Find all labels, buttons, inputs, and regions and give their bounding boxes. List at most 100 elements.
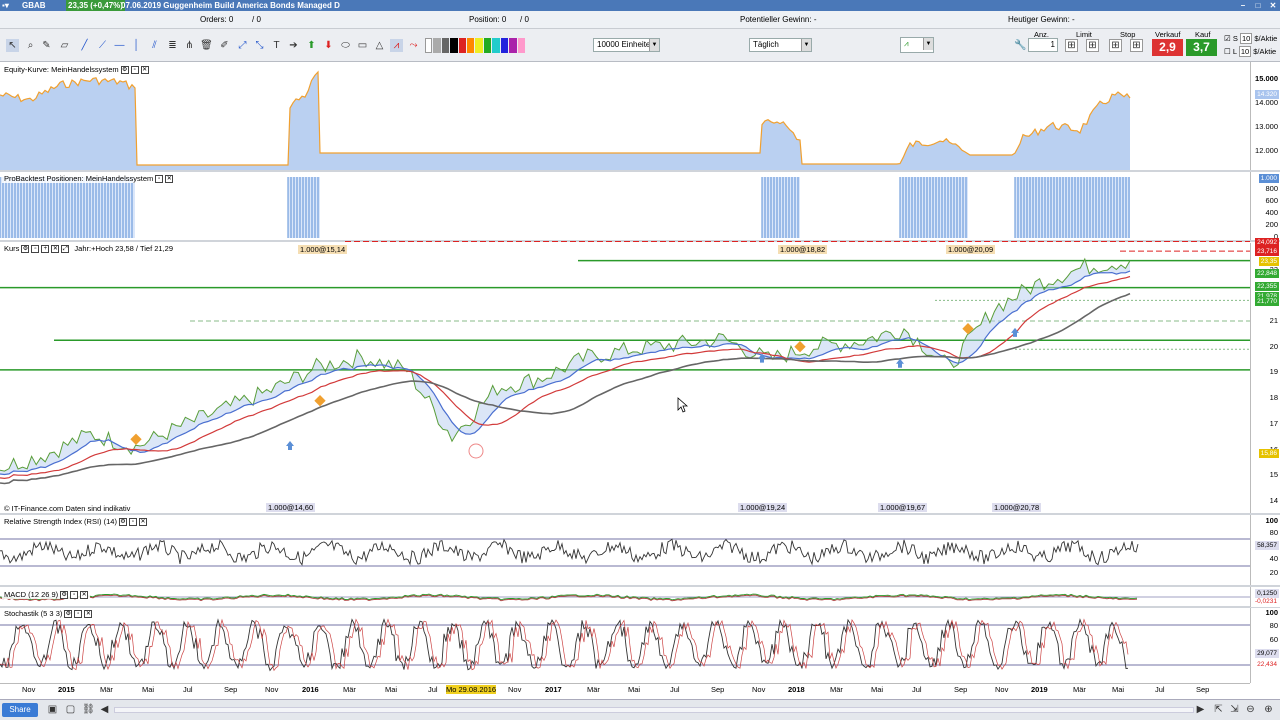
stoch-pane-header: Stochastik (5 3 3) ⚙ ▫ ✕ [2, 609, 95, 618]
price-tick: 19 [1269, 367, 1278, 377]
position-block [900, 177, 968, 238]
time-tick: 2015 [58, 685, 75, 694]
zoom-out-icon[interactable]: ⊖ [1244, 703, 1257, 716]
time-tick: Nov [995, 685, 1009, 694]
time-tick: Mär [100, 685, 113, 694]
expand-icon[interactable]: ⤢ [61, 244, 70, 253]
time-tick: Mai [1112, 685, 1125, 694]
window-icon[interactable]: ▫ [155, 174, 164, 183]
price-pane-header: Kurs ⚙ ▫ + ✕ ⤢ Jahr:+Hoch 23,58 / Tief 21,29 [2, 244, 176, 253]
copyright-label: © IT-Finance.com Daten sind indikativ [2, 504, 133, 513]
macd-axis: 0,1250 -0,0231 [1250, 587, 1280, 607]
close-icon[interactable]: ✕ [140, 65, 149, 74]
chart-canvas[interactable] [0, 0, 1280, 720]
layout-icon[interactable]: ▣ [46, 703, 59, 716]
equity-area [0, 72, 1130, 170]
wrench-icon[interactable]: ⚙ [64, 609, 73, 618]
time-tick: Sep [954, 685, 968, 694]
pane-separator [0, 513, 1280, 515]
time-tick: Mai [871, 685, 884, 694]
time-tick: Sep [224, 685, 238, 694]
bottom-bar: Share ▣ ▢ ⛓ ◀ ▶ ⇱ ⇲ ⊖ ⊕ [0, 699, 1280, 720]
trade-marker [130, 433, 142, 445]
time-tick: Jul [183, 685, 193, 694]
stoch-k-line [0, 618, 1129, 672]
share-button[interactable]: Share [2, 703, 38, 717]
close-icon[interactable]: ✕ [138, 517, 147, 526]
pane-separator [0, 585, 1280, 587]
time-tick: 2019 [1031, 685, 1048, 694]
window-icon[interactable]: ▫ [31, 244, 40, 253]
horizontal-scrollbar[interactable] [114, 707, 1194, 713]
time-tick: Nov [265, 685, 279, 694]
price-tick: 21 [1269, 316, 1278, 325]
time-tick: Sep [711, 685, 725, 694]
entry-arrow [896, 358, 904, 368]
stoch-axis: 100 80 60 29,077 22,434 [1250, 608, 1280, 683]
wrench-icon[interactable]: ⚙ [118, 517, 127, 526]
window-icon[interactable]: ▫ [130, 65, 139, 74]
close-icon[interactable]: ✕ [84, 609, 93, 618]
price-level-tag: 22,355 [1255, 282, 1279, 292]
time-tick: 2018 [788, 685, 805, 694]
close-icon[interactable]: ✕ [165, 174, 174, 183]
time-tick: Nov [508, 685, 522, 694]
wrench-icon[interactable]: ⚙ [21, 244, 30, 253]
wrench-icon[interactable]: ⚙ [60, 590, 69, 599]
time-tick: Jul [1155, 685, 1165, 694]
time-tick: 2017 [545, 685, 562, 694]
equity-axis: 15.000 14.000 13.000 12.000 14.320 [1250, 62, 1280, 170]
position-block [0, 177, 135, 238]
price-level-tag: 21,770 [1255, 297, 1279, 307]
window-icon[interactable]: ▢ [64, 703, 77, 716]
mouse-cursor [677, 397, 689, 413]
scroll-right-icon[interactable]: ▶ [1194, 703, 1207, 716]
price-tick: 14 [1269, 496, 1278, 505]
time-tick: Jul [428, 685, 438, 694]
close-icon[interactable]: ✕ [80, 590, 89, 599]
time-axis: Nov 2015 Mär Mai Jul Sep Nov 2016 Mär Mai Jul Mo 29… [0, 683, 1250, 695]
window-icon[interactable]: ▫ [128, 517, 137, 526]
price-level-tag: 15,86 [1258, 449, 1279, 459]
trade-label: 1.000@15,14 [298, 245, 348, 254]
time-tick: Mai [628, 685, 641, 694]
trade-label: 1.000@20,78 [992, 503, 1042, 512]
trade-label: 1.000@18,82 [778, 245, 828, 254]
add-icon[interactable]: + [41, 244, 50, 253]
trade-label: 1.000@19,67 [878, 503, 928, 512]
time-tick: Nov [752, 685, 766, 694]
price-tick: 20 [1269, 341, 1278, 351]
window-icon[interactable]: ▫ [74, 609, 83, 618]
fit-icon[interactable]: ⇱ [1212, 703, 1225, 716]
trade-label: 1.000@20,09 [946, 245, 996, 254]
rsi-pane-header: Relative Strength Index (RSI) (14) ⚙ ▫ ✕ [2, 517, 149, 526]
equity-pane-header: Equity-Kurve: MeinHandelssystem ⚙ ▫ ✕ [2, 65, 151, 74]
scroll-left-icon[interactable]: ◀ [98, 703, 111, 716]
time-tick: Mär [1073, 685, 1086, 694]
price-tick: 17 [1269, 418, 1278, 428]
cursor-circle [468, 443, 484, 459]
price-axis: 141516171819202122232424,09223,71623,352… [1250, 237, 1280, 513]
time-tick: Mai [385, 685, 398, 694]
time-tick: Mär [830, 685, 843, 694]
positions-axis: 1.000 800 600 400 200 0 [1250, 172, 1280, 241]
zoom-reset-icon[interactable]: ⇲ [1228, 703, 1241, 716]
time-tick: Mär [343, 685, 356, 694]
rsi-line [0, 538, 1139, 566]
trade-label: 1.000@14,60 [266, 503, 316, 512]
entry-arrow [286, 441, 294, 450]
close-icon[interactable]: ✕ [51, 244, 60, 253]
trade-marker [314, 395, 326, 407]
window-icon[interactable]: ▫ [70, 590, 79, 599]
stoch-d-line [0, 618, 1129, 672]
price-level-tag: 24,092 [1255, 237, 1279, 247]
price-level-tag: 23,716 [1255, 247, 1279, 257]
pane-separator [0, 606, 1280, 608]
wrench-icon[interactable]: ⚙ [120, 65, 129, 74]
price-level-tag: 23,35 [1258, 256, 1279, 266]
time-tick: Sep [1196, 685, 1210, 694]
link-icon[interactable]: ⛓ [82, 703, 95, 716]
macd-pane-header: MACD (12 26 9) ⚙ ▫ ✕ [2, 590, 91, 599]
time-tick: 2016 [302, 685, 319, 694]
zoom-in-icon[interactable]: ⊕ [1262, 703, 1275, 716]
